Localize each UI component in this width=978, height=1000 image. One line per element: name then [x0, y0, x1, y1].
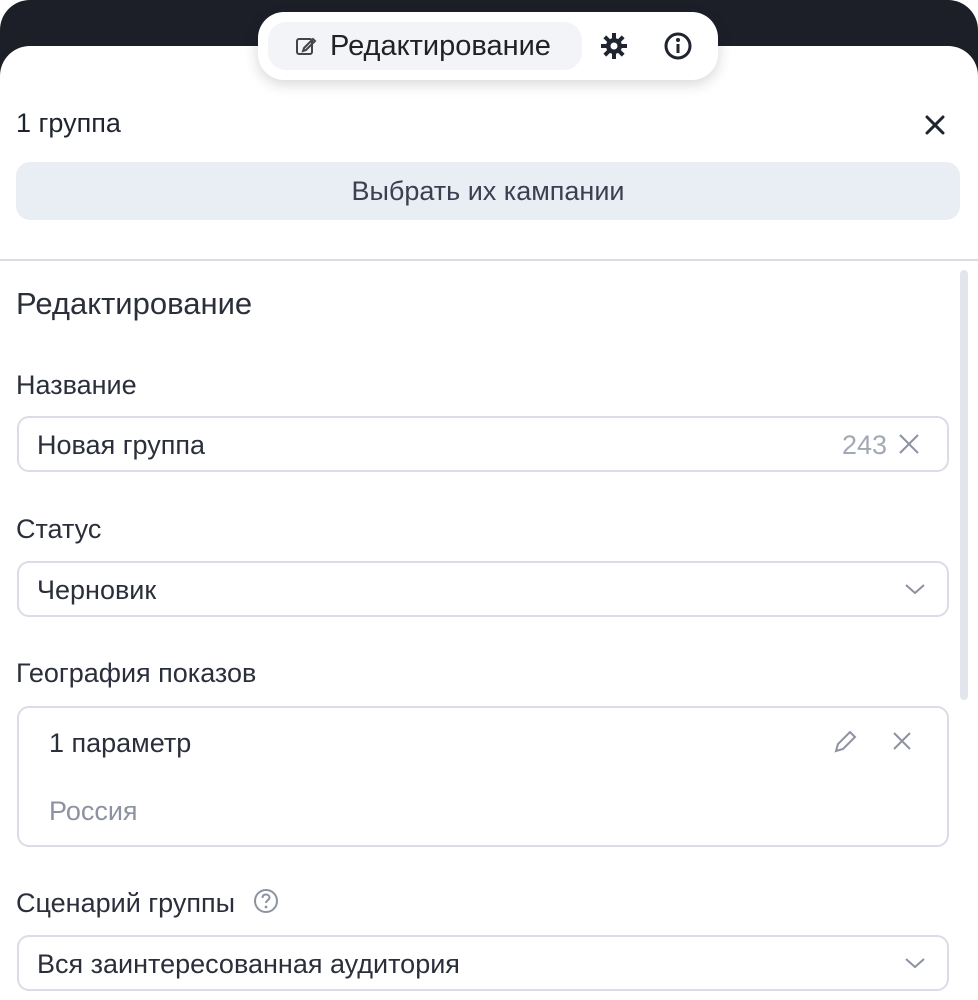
- divider: [0, 259, 978, 261]
- chevron-down-icon: [903, 581, 927, 602]
- name-label: Название: [16, 370, 137, 400]
- choose-campaigns-button[interactable]: Выбрать их кампании: [16, 162, 960, 220]
- help-icon[interactable]: [253, 888, 279, 921]
- close-icon: [925, 115, 945, 135]
- edit-mode-label: Редактирование: [330, 29, 551, 62]
- geo-country: Россия: [49, 796, 138, 826]
- edit-geo-button[interactable]: [831, 728, 859, 761]
- geo-label: География показов: [16, 658, 257, 688]
- geo-field[interactable]: 1 параметр Россия: [17, 706, 949, 847]
- chevron-down-icon: [903, 955, 927, 976]
- group-header: 1 группа: [16, 104, 960, 144]
- char-counter: 243: [841, 430, 887, 460]
- status-select[interactable]: Черновик: [17, 561, 949, 617]
- close-icon: [893, 732, 911, 750]
- edit-mode-tab[interactable]: Редактирование: [268, 22, 582, 70]
- settings-button[interactable]: [598, 30, 630, 62]
- scrollbar[interactable]: [960, 270, 968, 700]
- scenario-select[interactable]: Вся заинтересованная аудитория: [17, 935, 949, 991]
- gear-icon: [601, 33, 627, 59]
- status-value: Черновик: [37, 575, 157, 605]
- close-button[interactable]: [924, 110, 946, 140]
- edit-icon: [296, 37, 317, 55]
- mode-toolbar: Редактирование: [258, 12, 718, 80]
- name-value: Новая группа: [37, 430, 206, 460]
- section-title: Редактирование: [16, 286, 253, 321]
- scenario-label: Сценарий группы: [16, 888, 279, 921]
- clear-icon: [899, 434, 919, 454]
- status-label: Статус: [16, 514, 102, 544]
- scenario-label-text: Сценарий группы: [16, 888, 235, 918]
- clear-geo-button[interactable]: [891, 730, 913, 757]
- clear-name-button[interactable]: [897, 432, 921, 461]
- info-button[interactable]: [662, 30, 694, 62]
- info-icon: [664, 32, 692, 60]
- group-title: 1 группа: [16, 108, 121, 138]
- geo-param-count: 1 параметр: [49, 728, 192, 758]
- pencil-icon: [834, 730, 857, 753]
- name-field[interactable]: Новая группа 243: [17, 416, 949, 472]
- scenario-value: Вся заинтересованная аудитория: [37, 949, 460, 979]
